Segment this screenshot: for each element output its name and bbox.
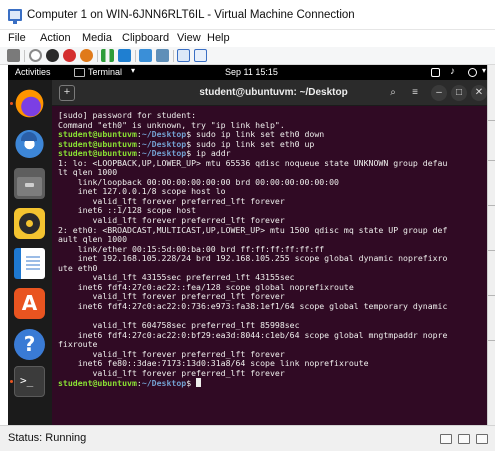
terminal-line: 1: lo: <LOOPBACK,UP,LOWER_UP> mtu 65536 … — [58, 157, 448, 168]
checkpoint-icon[interactable] — [139, 49, 152, 62]
prompt-path: ~/Desktop — [141, 129, 187, 140]
ubuntu-dock: A ? — [8, 80, 52, 425]
vm-toolbar — [0, 47, 495, 65]
toolbar-separator — [173, 50, 174, 62]
host-edge-line — [488, 205, 495, 206]
gnome-top-bar: Activities Terminal ▾ Sep 11 15:15 ♪ ▾ — [8, 65, 495, 80]
host-edge-line — [488, 120, 495, 121]
prompt-user: student@ubuntuvm — [58, 148, 137, 159]
maximize-button[interactable]: □ — [451, 85, 467, 101]
toolbar-separator — [135, 50, 136, 62]
terminal-title: student@ubuntuvm: ~/Desktop — [199, 87, 348, 98]
host-window-edge — [487, 65, 495, 425]
host-edge-line — [488, 250, 495, 251]
vm-status-bar: Status: Running — [0, 425, 495, 451]
vm-menu-bar: File Action Media Clipboard View Help — [0, 30, 495, 47]
toolbar-separator — [97, 50, 98, 62]
toolbar-separator — [24, 50, 25, 62]
search-icon[interactable]: ⌕ — [385, 85, 401, 101]
prompt-user: student@ubuntuvm — [58, 129, 137, 140]
close-button[interactable]: ✕ — [471, 85, 487, 101]
minimize-button[interactable]: – — [431, 85, 447, 101]
keyboard-icon — [440, 434, 452, 444]
terminal-line: student@ubuntuvm:~/Desktop$ — [58, 378, 488, 388]
vm-connection-icon — [8, 9, 22, 24]
prompt-user: student@ubuntuvm — [58, 138, 137, 149]
vm-title-bar: Computer 1 on WIN-6JNN6RLT6IL - Virtual … — [0, 0, 495, 30]
share-icon[interactable] — [194, 49, 207, 62]
ctrl-alt-del-icon[interactable] — [7, 49, 20, 62]
host-edge-line — [488, 295, 495, 296]
terminal-line: inet6 fdf4:27c0:ac22:0:736:e973:fa38:1ef… — [58, 300, 448, 311]
running-indicator — [10, 380, 13, 383]
shutdown-icon[interactable] — [63, 49, 76, 62]
help-icon[interactable]: ? — [14, 329, 45, 360]
network-icon[interactable] — [431, 68, 440, 77]
terminal-line: valid_lft forever preferred_lft forever — [58, 367, 285, 378]
reset-icon[interactable] — [118, 49, 131, 62]
software-glyph: A — [21, 291, 38, 315]
start-icon[interactable] — [29, 49, 42, 62]
host-edge-line — [488, 340, 495, 341]
menu-action[interactable]: Action — [40, 32, 71, 44]
clock[interactable]: Sep 11 15:15 — [8, 67, 495, 77]
ubuntu-software-icon[interactable]: A — [14, 288, 45, 319]
menu-clipboard[interactable]: Clipboard — [122, 32, 169, 44]
help-glyph: ? — [23, 332, 36, 356]
terminal-line: inet6 fdf4:27c0:ac22:0:bf29:ea3d:8044:c1… — [58, 329, 448, 340]
power-icon[interactable] — [468, 68, 477, 77]
terminal-window[interactable]: + student@ubuntuvm: ~/Desktop ⌕ ≡ – □ ✕ … — [52, 80, 495, 425]
window-title: Computer 1 on WIN-6JNN6RLT6IL - Virtual … — [27, 9, 355, 21]
vm-screen[interactable]: Activities Terminal ▾ Sep 11 15:15 ♪ ▾ A… — [8, 65, 495, 425]
host-edge-line — [488, 160, 495, 161]
enhanced-session-icon[interactable] — [177, 49, 190, 62]
menu-help[interactable]: Help — [207, 32, 230, 44]
prompt-path: ~/Desktop — [141, 378, 187, 389]
vm-status-text: Status: Running — [8, 432, 87, 444]
hamburger-menu-icon[interactable]: ≡ — [407, 85, 423, 101]
save-icon[interactable] — [80, 49, 93, 62]
terminal-output[interactable]: [sudo] password for student: Command "eth… — [58, 110, 488, 388]
pause-icon[interactable] — [101, 49, 114, 62]
menu-media[interactable]: Media — [82, 32, 112, 44]
terminal-dock-icon[interactable] — [14, 366, 45, 397]
command-text: ip addr — [191, 148, 231, 159]
volume-icon[interactable]: ♪ — [450, 66, 455, 77]
prompt-user: student@ubuntuvm — [58, 378, 137, 389]
mouse-icon — [458, 434, 470, 444]
menu-view[interactable]: View — [177, 32, 201, 44]
rhythmbox-icon[interactable] — [14, 208, 45, 239]
files-icon[interactable] — [14, 168, 45, 199]
terminal-line: inet 192.168.105.228/24 brd 192.168.105.… — [58, 253, 448, 264]
menu-file[interactable]: File — [8, 32, 26, 44]
prompt-path: ~/Desktop — [141, 138, 187, 149]
enhanced-session-status-icon — [476, 434, 488, 444]
prompt-path: ~/Desktop — [141, 148, 187, 159]
command-text: sudo ip link set eth0 up — [191, 138, 315, 149]
terminal-cursor — [196, 378, 202, 388]
revert-icon[interactable] — [156, 49, 169, 62]
turn-off-icon[interactable] — [46, 49, 59, 62]
libreoffice-writer-icon[interactable] — [14, 248, 45, 279]
firefox-icon[interactable] — [14, 88, 45, 119]
command-text: sudo ip link set eth0 down — [191, 129, 325, 140]
thunderbird-icon[interactable] — [14, 127, 45, 158]
running-indicator — [10, 102, 13, 105]
chevron-down-icon[interactable]: ▾ — [482, 66, 486, 75]
terminal-header-bar: + student@ubuntuvm: ~/Desktop ⌕ ≡ – □ ✕ — [52, 80, 495, 106]
